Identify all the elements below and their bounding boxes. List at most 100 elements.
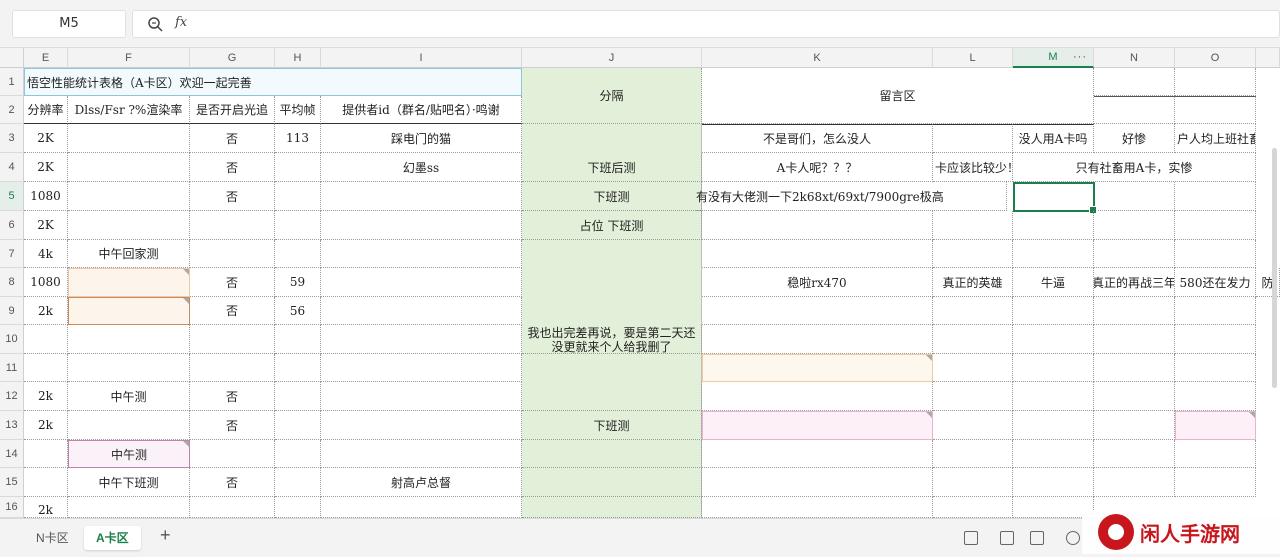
cell-l16[interactable] <box>933 497 1013 518</box>
cell-g14[interactable] <box>190 440 275 468</box>
cell-e3[interactable]: 2K <box>24 124 68 153</box>
cell-g6[interactable] <box>190 211 275 240</box>
row-header-10[interactable]: 10 <box>0 325 24 354</box>
cell-k16[interactable] <box>702 497 933 518</box>
cell-i6[interactable] <box>321 211 522 240</box>
comment-indicator-f8[interactable] <box>183 269 189 275</box>
col-header-f[interactable]: F <box>68 48 190 68</box>
formula-input[interactable]: fx <box>132 10 1280 38</box>
cell-i7[interactable] <box>321 240 522 268</box>
cell-m14[interactable] <box>1013 440 1094 468</box>
cell-f11[interactable] <box>68 354 190 382</box>
cell-k12[interactable] <box>702 382 933 411</box>
cell-h4[interactable] <box>275 153 321 182</box>
cell-h12[interactable] <box>275 382 321 411</box>
cell-m13[interactable] <box>1013 411 1094 440</box>
cell-g10[interactable] <box>190 325 275 354</box>
cell-o9[interactable] <box>1175 297 1256 325</box>
cell-g7[interactable] <box>190 240 275 268</box>
row-header-15[interactable]: 15 <box>0 468 24 497</box>
cell-l9[interactable] <box>933 297 1013 325</box>
cell-f13[interactable] <box>68 411 190 440</box>
cell-n12[interactable] <box>1094 382 1175 411</box>
cell-i5[interactable] <box>321 182 522 211</box>
comment-indicator-f14[interactable] <box>183 441 189 447</box>
cell-k6[interactable] <box>702 211 933 240</box>
cell-l7[interactable] <box>933 240 1013 268</box>
cell-o6[interactable] <box>1175 211 1256 240</box>
cell-j6[interactable]: 占位 下班测 <box>522 211 702 240</box>
cell-j13[interactable]: 下班测 <box>522 411 702 440</box>
cell-e11[interactable] <box>24 354 68 382</box>
cell-k9[interactable] <box>702 297 933 325</box>
spreadsheet-grid[interactable]: E F G H I J K L M ··· N O 1 2 3 4 5 6 7 … <box>0 48 1280 518</box>
cell-o7[interactable] <box>1175 240 1256 268</box>
divider-header[interactable]: 分隔 <box>522 68 702 124</box>
cell-f3[interactable] <box>68 124 190 153</box>
tab-n-card[interactable]: N卡区 <box>24 526 81 550</box>
cell-o3[interactable]: 户人均上班社畜是 <box>1175 124 1256 153</box>
cell-n13[interactable] <box>1094 411 1175 440</box>
cell-j15[interactable] <box>522 468 702 497</box>
cell-g11[interactable] <box>190 354 275 382</box>
row-header-9[interactable]: 9 <box>0 297 24 325</box>
cell-g5[interactable]: 否 <box>190 182 275 211</box>
cell-g16[interactable] <box>190 497 275 518</box>
col-header-k[interactable]: K <box>702 48 933 68</box>
cell-o10[interactable] <box>1175 325 1256 354</box>
cell-e15[interactable] <box>24 468 68 497</box>
cell-e14[interactable] <box>24 440 68 468</box>
comment-indicator-o13[interactable] <box>1249 412 1255 418</box>
row-header-4[interactable]: 4 <box>0 153 24 182</box>
row-header-14[interactable]: 14 <box>0 440 24 468</box>
cell-h15[interactable] <box>275 468 321 497</box>
cell-k4[interactable]: A卡人呢？？？ <box>702 153 933 182</box>
comment-indicator-k13[interactable] <box>926 412 932 418</box>
row-header-2[interactable]: 2 <box>0 96 24 124</box>
cell-n8[interactable]: 真正的再战三年 <box>1094 268 1175 297</box>
cell-g12[interactable]: 否 <box>190 382 275 411</box>
cell-e13[interactable]: 2k <box>24 411 68 440</box>
cell-n3[interactable]: 好惨 <box>1094 124 1175 153</box>
cell-i9[interactable] <box>321 297 522 325</box>
cell-n5[interactable] <box>1094 182 1175 211</box>
cell-o13[interactable] <box>1175 411 1256 440</box>
col-header-i[interactable]: I <box>321 48 522 68</box>
cell-i4[interactable]: 幻墨ss <box>321 153 522 182</box>
row-header-11[interactable]: 11 <box>0 354 24 382</box>
cell-n6[interactable] <box>1094 211 1175 240</box>
cell-h14[interactable] <box>275 440 321 468</box>
cell-m7[interactable] <box>1013 240 1094 268</box>
tab-a-card[interactable]: A卡区 <box>84 526 141 550</box>
cell-i10[interactable] <box>321 325 522 354</box>
cell-n11[interactable] <box>1094 354 1175 382</box>
cell-m3[interactable]: 没人用A卡吗 <box>1013 124 1094 153</box>
cell-h8[interactable]: 59 <box>275 268 321 297</box>
cell-j12[interactable] <box>522 382 702 411</box>
cell-g15[interactable]: 否 <box>190 468 275 497</box>
cell-f4[interactable] <box>68 153 190 182</box>
cell-f6[interactable] <box>68 211 190 240</box>
cell-g13[interactable]: 否 <box>190 411 275 440</box>
cell-e10[interactable] <box>24 325 68 354</box>
cell-e5[interactable]: 1080 <box>24 182 68 211</box>
row-header-7[interactable]: 7 <box>0 240 24 268</box>
cell-n1[interactable] <box>1094 68 1175 96</box>
cell-e16[interactable]: 2k <box>24 497 68 518</box>
cell-o8[interactable]: 580还在发力 <box>1175 268 1256 297</box>
cell-l6[interactable] <box>933 211 1013 240</box>
cell-o14[interactable] <box>1175 440 1256 468</box>
cell-o2[interactable] <box>1175 96 1256 124</box>
cell-j4[interactable]: 下班后测 <box>522 153 702 182</box>
cell-i13[interactable] <box>321 411 522 440</box>
cell-l13[interactable] <box>933 411 1013 440</box>
cell-f5[interactable] <box>68 182 190 211</box>
cell-o1[interactable] <box>1175 68 1256 96</box>
cell-l3[interactable] <box>933 124 1013 153</box>
cell-h13[interactable] <box>275 411 321 440</box>
cell-f10[interactable] <box>68 325 190 354</box>
row-header-6[interactable]: 6 <box>0 211 24 240</box>
cell-m10[interactable] <box>1013 325 1094 354</box>
cell-j16[interactable] <box>522 497 702 518</box>
cell-f8[interactable] <box>68 268 190 297</box>
